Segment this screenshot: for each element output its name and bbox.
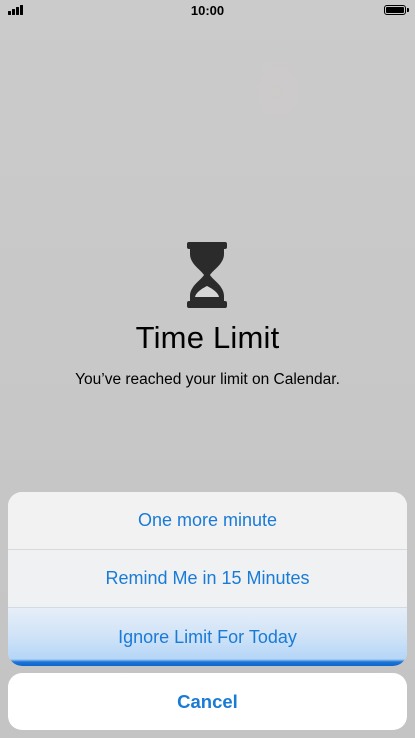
status-bar: 10:00 [0, 0, 415, 22]
screen-time-limit-screen: 10:00 Time Limit You’ve reached your lim… [0, 0, 415, 738]
one-more-minute-button[interactable]: One more minute [8, 492, 407, 549]
ignore-limit-today-button[interactable]: Ignore Limit For Today [8, 607, 407, 666]
remind-me-15-minutes-button[interactable]: Remind Me in 15 Minutes [8, 549, 407, 607]
action-sheet: One more minute Remind Me in 15 Minutes … [8, 492, 407, 666]
battery-tip [407, 8, 409, 12]
status-time: 10:00 [190, 3, 225, 18]
background-blur [238, 45, 318, 140]
alert-message: You’ve reached your limit on Calendar. [75, 371, 340, 388]
cancel-button[interactable]: Cancel [8, 673, 407, 730]
battery-icon [384, 5, 406, 15]
hourglass-icon [187, 242, 227, 308]
alert-title: Time Limit [135, 320, 280, 355]
